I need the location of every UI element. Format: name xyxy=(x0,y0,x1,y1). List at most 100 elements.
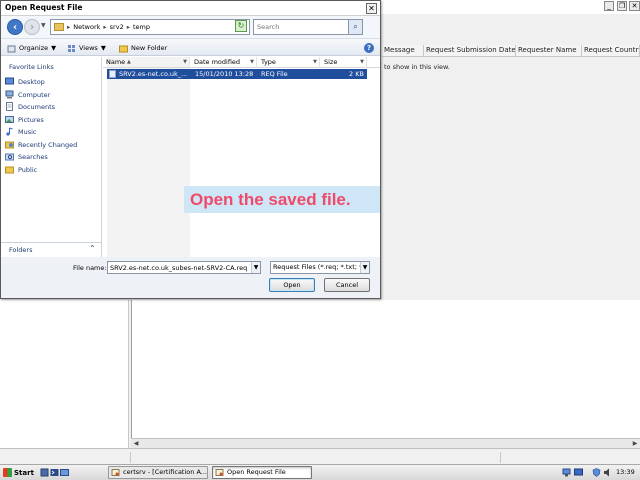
favorite-label: Music xyxy=(18,127,37,136)
chevron-down-icon[interactable]: ▼ xyxy=(251,262,260,273)
column-label: Type xyxy=(261,58,276,66)
folders-label: Folders xyxy=(9,246,33,254)
network-tray-icon[interactable] xyxy=(562,468,571,477)
cancel-button[interactable]: Cancel xyxy=(324,278,370,292)
status-segment xyxy=(500,452,501,463)
network-folder-icon xyxy=(54,23,64,31)
chevron-down-icon[interactable]: ▼ xyxy=(313,57,317,68)
start-button[interactable]: Start xyxy=(1,466,35,479)
chevron-down-icon[interactable]: ▼ xyxy=(183,57,187,68)
column-type[interactable]: Type ▼ xyxy=(258,57,320,68)
breadcrumb-separator: ▸ xyxy=(67,23,71,31)
favorite-public[interactable]: Public xyxy=(5,164,37,175)
close-icon[interactable]: ✕ xyxy=(366,3,377,14)
column-label: Name xyxy=(106,58,126,66)
help-icon[interactable]: ? xyxy=(364,43,374,53)
breadcrumb-srv2[interactable]: srv2 xyxy=(110,23,124,31)
favorite-searches[interactable]: Searches xyxy=(5,151,48,162)
sort-ascending-icon: ▲ xyxy=(127,59,131,65)
callout-text: Open the saved file. xyxy=(190,190,351,209)
file-name-label: File name: xyxy=(73,264,107,272)
restore-button[interactable]: ❐ xyxy=(617,1,627,11)
new-folder-icon xyxy=(119,45,128,52)
navigation-pane: Favorite Links Desktop Computer Document… xyxy=(1,57,102,257)
open-button[interactable]: Open xyxy=(269,278,315,292)
column-label: Size xyxy=(324,58,338,66)
chevron-down-icon: ▼ xyxy=(51,44,57,52)
column-size[interactable]: Size ▼ xyxy=(321,57,367,68)
column-request-submission-date[interactable]: Request Submission Date xyxy=(424,45,516,57)
chevron-down-icon[interactable]: ▼ xyxy=(250,57,254,68)
powershell-icon[interactable] xyxy=(50,468,59,477)
security-tray-icon[interactable] xyxy=(592,468,601,477)
favorite-label: Documents xyxy=(18,102,56,111)
search-box: ⌕ xyxy=(253,19,363,35)
organize-button[interactable]: Organize ▼ xyxy=(7,42,56,54)
column-requester-name[interactable]: Requester Name xyxy=(516,45,582,57)
desktop-icon xyxy=(5,77,14,85)
empty-view-message: to show in this view. xyxy=(384,63,450,71)
table-row[interactable]: SRV2.es-net.co.uk_... 15/01/2010 13:28 R… xyxy=(107,69,367,79)
column-request-country[interactable]: Request Country/R xyxy=(582,45,640,57)
column-name[interactable]: Name ▲ ▼ xyxy=(103,57,190,68)
scroll-left-icon[interactable]: ◀ xyxy=(131,439,141,448)
refresh-icon[interactable]: ↻ xyxy=(235,20,247,32)
file-type-cell: REQ File xyxy=(261,70,288,78)
file-name-field[interactable] xyxy=(107,261,261,274)
file-list[interactable]: Name ▲ ▼ Date modified ▼ Type ▼ Size ▼ S… xyxy=(103,57,380,257)
taskbar-item-label: certsrv - [Certification A... xyxy=(123,468,207,476)
breadcrumb-temp[interactable]: temp xyxy=(133,23,150,31)
new-folder-button[interactable]: New Folder xyxy=(119,42,167,54)
horizontal-scrollbar[interactable]: ◀ ▶ xyxy=(131,438,640,448)
scroll-right-icon[interactable]: ▶ xyxy=(630,439,640,448)
column-message[interactable]: Message xyxy=(382,45,424,57)
favorite-label: Pictures xyxy=(18,115,44,124)
search-input[interactable] xyxy=(254,20,348,34)
breadcrumb-separator: ▸ xyxy=(126,23,130,31)
taskbar: Start certsrv - [Certification A... Open… xyxy=(0,464,640,480)
computer-icon xyxy=(5,90,14,99)
server-manager-icon[interactable] xyxy=(40,468,49,477)
file-type-select[interactable]: Request Files (*.req; *.txt; *.cm ▼ xyxy=(270,261,370,274)
recent-pages-dropdown[interactable]: ▼ xyxy=(41,22,46,29)
sorted-column-highlight xyxy=(107,57,190,257)
search-icon[interactable]: ⌕ xyxy=(348,20,362,34)
folders-toggle[interactable]: Folders ⌃ xyxy=(1,242,101,256)
taskbar-item-certsrv[interactable]: certsrv - [Certification A... xyxy=(108,466,208,479)
favorite-label: Searches xyxy=(18,152,48,161)
close-button[interactable]: ✕ xyxy=(629,1,640,11)
show-desktop-icon[interactable] xyxy=(60,468,69,477)
favorite-documents[interactable]: Documents xyxy=(5,101,55,112)
breadcrumb-network[interactable]: Network xyxy=(73,23,100,31)
taskbar-item-open-request-file[interactable]: Open Request File xyxy=(212,466,312,479)
address-bar[interactable]: ▸ Network ▸ srv2 ▸ temp ▼ xyxy=(50,19,250,35)
file-size-cell: 2 KB xyxy=(349,70,364,78)
views-button[interactable]: Views ▼ xyxy=(67,42,106,54)
display-tray-icon[interactable] xyxy=(574,468,583,477)
chevron-down-icon: ▼ xyxy=(360,262,369,273)
req-file-icon xyxy=(109,70,116,78)
favorite-desktop[interactable]: Desktop xyxy=(5,76,45,87)
column-date-modified[interactable]: Date modified ▼ xyxy=(191,57,257,68)
minimize-button[interactable]: _ xyxy=(604,1,614,11)
favorite-links-heading: Favorite Links xyxy=(9,63,54,71)
pictures-icon xyxy=(5,116,14,123)
back-button[interactable]: ‹ xyxy=(7,19,23,35)
favorite-music[interactable]: Music xyxy=(5,126,37,137)
dialog-title: Open Request File xyxy=(5,3,83,12)
chevron-down-icon[interactable]: ▼ xyxy=(360,57,364,68)
favorite-label: Desktop xyxy=(18,77,45,86)
favorite-recently-changed[interactable]: Recently Changed xyxy=(5,139,77,150)
favorite-computer[interactable]: Computer xyxy=(5,89,50,100)
chevron-down-icon: ▼ xyxy=(100,44,106,52)
file-type-value: Request Files (*.req; *.txt; *.cm xyxy=(273,263,370,271)
console-tree-pane[interactable] xyxy=(0,300,129,448)
favorite-pictures[interactable]: Pictures xyxy=(5,114,44,125)
volume-tray-icon[interactable] xyxy=(603,468,612,477)
forward-button[interactable]: › xyxy=(24,19,40,35)
dialog-footer: File name: ▼ Request Files (*.req; *.txt… xyxy=(1,257,380,298)
clock[interactable]: 13:39 xyxy=(616,468,635,476)
dialog-titlebar[interactable]: Open Request File ✕ xyxy=(1,1,380,16)
documents-icon xyxy=(6,102,13,111)
results-pane[interactable] xyxy=(131,300,640,448)
